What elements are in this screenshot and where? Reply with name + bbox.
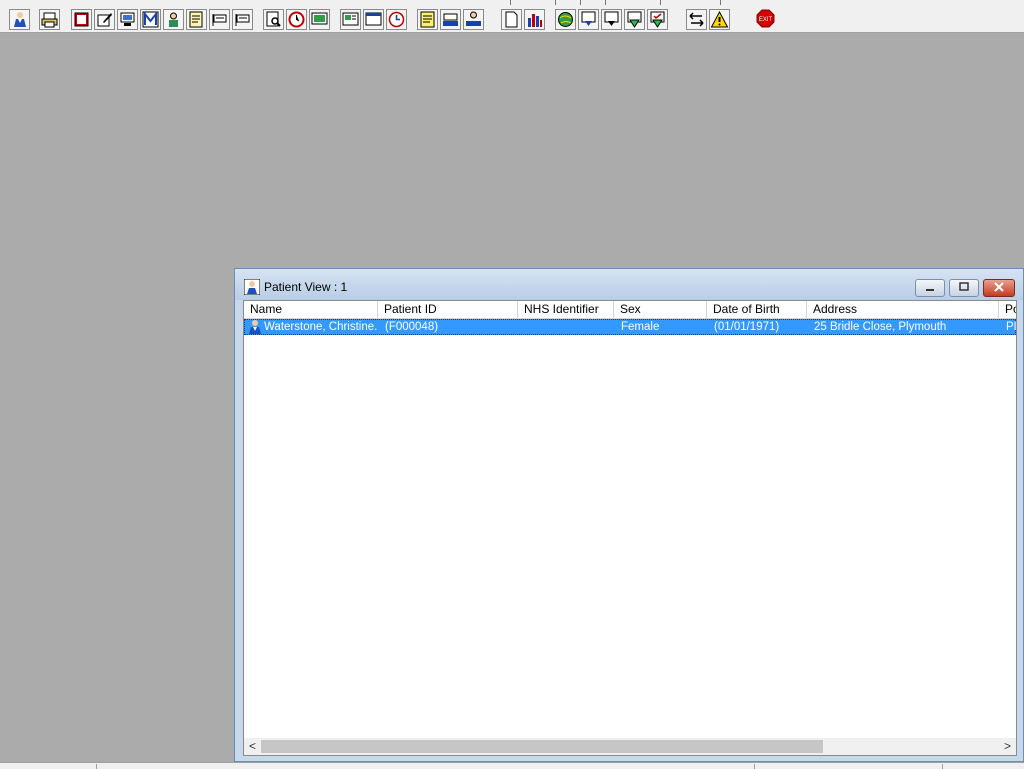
status-pane-divider	[754, 764, 755, 769]
search-document-button[interactable]	[263, 9, 284, 30]
letter-m-icon	[142, 11, 159, 28]
flag-alt-icon	[235, 14, 250, 26]
monitor-button[interactable]	[309, 9, 330, 30]
blank-document-button[interactable]	[501, 9, 522, 30]
user-tray-button[interactable]	[463, 9, 484, 30]
green-check-arrow-button[interactable]	[647, 9, 668, 30]
printer-icon	[41, 12, 58, 28]
cell-name: Waterstone, Christine...	[264, 321, 378, 333]
doctor-button[interactable]	[163, 9, 184, 30]
minimize-button[interactable]	[915, 279, 945, 297]
green-down-arrow-icon	[627, 11, 642, 28]
book-button[interactable]	[71, 9, 92, 30]
cell-address: 25 Bridle Close, Plymouth	[814, 321, 947, 333]
horizontal-scrollbar[interactable]: < >	[244, 738, 1016, 755]
warning-button[interactable]	[709, 9, 730, 30]
notepad-button[interactable]	[186, 9, 207, 30]
print-button[interactable]	[39, 9, 60, 30]
chart-card-button[interactable]	[340, 9, 361, 30]
window-card-icon	[365, 12, 382, 26]
exit-icon: EXIT	[756, 9, 775, 28]
status-pane-divider	[942, 764, 943, 769]
patient-list-view: Name Patient ID NHS Identifier Sex Date …	[243, 300, 1017, 756]
green-down-arrow-button[interactable]	[624, 9, 645, 30]
inbox-tray-icon	[443, 13, 458, 26]
main-toolbar: EXIT	[0, 0, 1024, 33]
cell-patient-id: (F000048)	[385, 321, 439, 333]
clock-button[interactable]	[286, 9, 307, 30]
computer-button[interactable]	[117, 9, 138, 30]
window-card-button[interactable]	[363, 9, 384, 30]
history-icon	[388, 11, 405, 28]
blank-document-icon	[505, 11, 518, 28]
minimize-icon	[926, 289, 934, 291]
patient-window-icon	[244, 279, 260, 295]
notepad-icon	[189, 11, 203, 28]
doctor-icon	[169, 12, 178, 27]
cell-sex: Female	[621, 321, 660, 333]
document-down-alt-button[interactable]	[601, 9, 622, 30]
patient-icon	[14, 12, 26, 27]
inbox-tray-button[interactable]	[440, 9, 461, 30]
bar-chart-button[interactable]	[524, 9, 545, 30]
list-header: Name Patient ID NHS Identifier Sex Date …	[244, 301, 1016, 319]
document-down-button[interactable]	[578, 9, 599, 30]
cell-nhs-identifier	[525, 320, 613, 334]
history-button[interactable]	[386, 9, 407, 30]
globe-button[interactable]	[555, 9, 576, 30]
column-header-name[interactable]: Name	[244, 301, 378, 318]
chart-card-icon	[342, 12, 359, 26]
edit-note-icon	[97, 13, 112, 27]
cell-postcode: PL	[1006, 321, 1016, 333]
patient-row-icon	[249, 320, 261, 334]
computer-icon	[120, 12, 135, 26]
globe-icon	[558, 12, 573, 27]
monitor-icon	[311, 12, 328, 25]
bar-chart-icon	[528, 14, 542, 27]
exit-button[interactable]: EXIT	[756, 9, 777, 30]
menu-remnant	[0, 0, 1024, 6]
exit-icon-text: EXIT	[759, 17, 773, 23]
cell-date-of-birth: (01/01/1971)	[714, 321, 780, 333]
scrollbar-thumb[interactable]	[261, 740, 823, 753]
close-icon	[994, 282, 1004, 292]
search-document-icon	[266, 11, 281, 27]
swap-arrows-button[interactable]	[686, 9, 707, 30]
warning-icon	[710, 10, 729, 28]
maximize-button[interactable]	[949, 279, 979, 297]
column-header-sex[interactable]: Sex	[614, 301, 707, 318]
patient-view-window: Patient View : 1 Name Patient ID NHS Ide…	[234, 268, 1024, 762]
patient-button[interactable]	[9, 9, 30, 30]
document-down-icon	[581, 11, 596, 26]
table-row[interactable]: Waterstone, Christine... (F000048) Femal…	[244, 319, 1016, 335]
column-header-nhs-identifier[interactable]: NHS Identifier	[518, 301, 614, 318]
clock-icon	[288, 11, 305, 28]
scroll-right-button[interactable]: >	[999, 738, 1016, 755]
window-title: Patient View : 1	[264, 280, 348, 294]
column-header-address[interactable]: Address	[807, 301, 999, 318]
green-check-arrow-icon	[650, 11, 665, 28]
status-pane-divider	[96, 764, 97, 769]
close-button[interactable]	[983, 279, 1015, 297]
swap-arrows-icon	[689, 12, 704, 27]
scroll-left-button[interactable]: <	[244, 738, 261, 755]
notes-button[interactable]	[417, 9, 438, 30]
document-down-alt-icon	[604, 11, 619, 26]
book-icon	[74, 12, 89, 27]
column-header-date-of-birth[interactable]: Date of Birth	[707, 301, 807, 318]
notes-icon	[420, 11, 435, 28]
edit-note-button[interactable]	[94, 9, 115, 30]
flag-alt-button[interactable]	[232, 9, 253, 30]
flag-icon	[212, 14, 227, 26]
column-header-postcode[interactable]: Po	[999, 301, 1016, 318]
flag-button[interactable]	[209, 9, 230, 30]
restore-icon	[959, 282, 969, 291]
user-tray-icon	[466, 11, 481, 26]
column-header-patient-id[interactable]: Patient ID	[378, 301, 518, 318]
window-titlebar[interactable]: Patient View : 1	[235, 269, 1023, 300]
m-button[interactable]	[140, 9, 161, 30]
